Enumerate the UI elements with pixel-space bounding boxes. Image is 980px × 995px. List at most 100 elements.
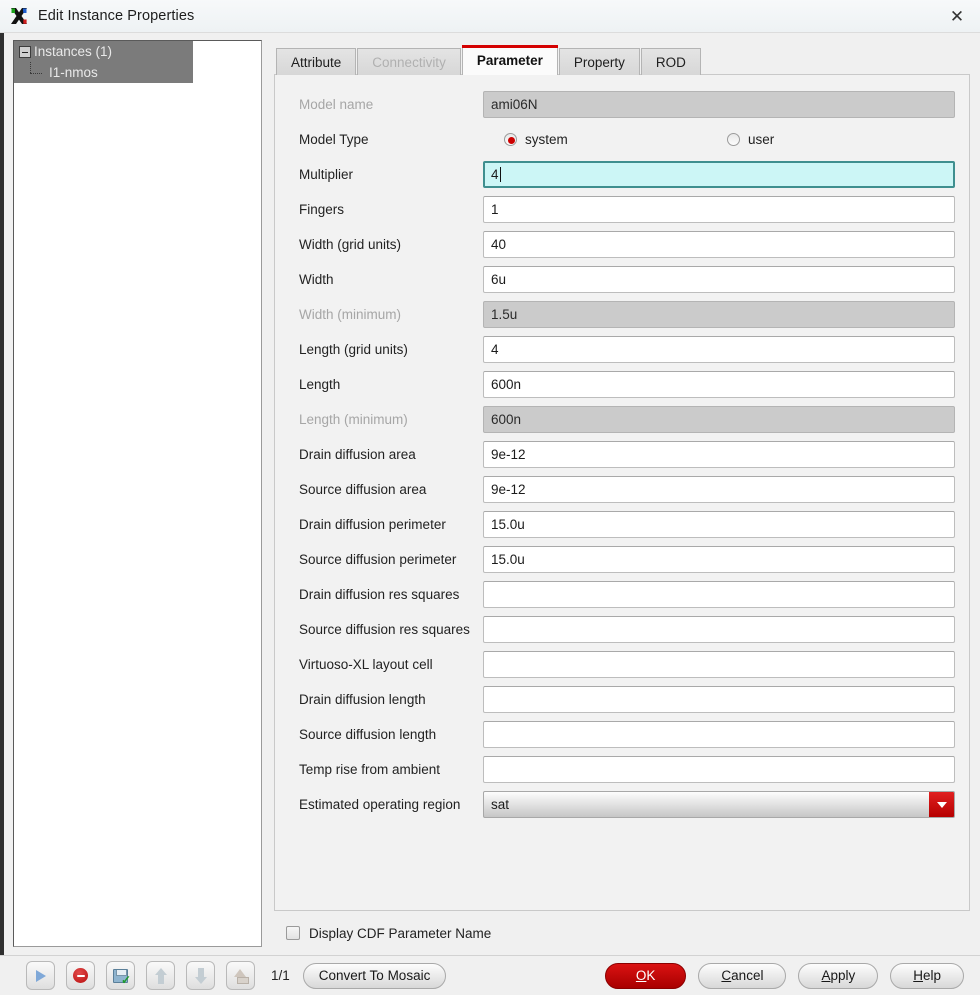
properties-pane: Attribute Connectivity Parameter Propert… xyxy=(266,33,980,955)
field-row-source-diffusion-perimeter: Source diffusion perimeter 15.0u xyxy=(287,542,955,577)
input-width-minimum: 1.5u xyxy=(483,301,955,328)
input-width-grid-units[interactable]: 40 xyxy=(483,231,955,258)
label-source-diffusion-res-squares: Source diffusion res squares xyxy=(299,622,470,637)
field-row-temp-rise-from-ambient: Temp rise from ambient xyxy=(287,752,955,787)
input-virtuoso-xl-layout-cell[interactable] xyxy=(483,651,955,678)
arrow-up-icon-button[interactable] xyxy=(146,961,175,990)
tab-connectivity: Connectivity xyxy=(357,48,461,75)
input-source-diffusion-area[interactable]: 9e-12 xyxy=(483,476,955,503)
play-icon-button[interactable] xyxy=(26,961,55,990)
input-multiplier[interactable]: 4 xyxy=(483,161,955,188)
cancel-button[interactable]: Cancel xyxy=(698,962,787,989)
tree-item-i1-nmos-label: I1-nmos xyxy=(49,65,98,80)
apply-button[interactable]: Apply xyxy=(798,962,879,989)
input-source-diffusion-perimeter[interactable]: 15.0u xyxy=(483,546,955,573)
label-width-grid-units: Width (grid units) xyxy=(299,237,402,252)
label-model-name: Model name xyxy=(299,97,374,112)
input-multiplier-value: 4 xyxy=(491,167,499,182)
field-row-source-diffusion-length: Source diffusion length xyxy=(287,717,955,752)
window-body: Instances (1) I1-nmos Attribute Connecti… xyxy=(0,33,980,955)
ok-button[interactable]: OK xyxy=(604,962,687,989)
apply-button-mnemonic: A xyxy=(821,968,831,983)
tree-item-i1-nmos[interactable]: I1-nmos xyxy=(14,62,193,83)
stop-delete-icon-button[interactable] xyxy=(66,961,95,990)
input-drain-diffusion-length[interactable] xyxy=(483,686,955,713)
label-source-diffusion-area: Source diffusion area xyxy=(299,482,427,497)
label-operating-region: Estimated operating region xyxy=(299,797,461,812)
convert-to-mosaic-button[interactable]: Convert To Mosaic xyxy=(302,962,447,989)
hierarchy-icon-button[interactable] xyxy=(226,961,255,990)
page-indicator: 1/1 xyxy=(271,968,290,983)
tab-parameter[interactable]: Parameter xyxy=(461,45,558,75)
save-disk-icon-button[interactable]: ✓ xyxy=(106,961,135,990)
help-button-mnemonic: H xyxy=(913,968,923,983)
help-button-label: elp xyxy=(922,968,941,983)
radio-unselected-icon xyxy=(727,133,740,146)
field-row-fingers: Fingers 1 xyxy=(287,192,955,227)
tab-rod[interactable]: ROD xyxy=(640,48,701,75)
ok-button-mnemonic: O xyxy=(635,968,647,983)
field-row-length: Length 600n xyxy=(287,367,955,402)
radio-model-type-user-label: user xyxy=(748,132,775,147)
label-width-minimum: Width (minimum) xyxy=(299,307,402,322)
tree-item-instances[interactable]: Instances (1) xyxy=(14,41,193,62)
input-length-grid-units[interactable]: 4 xyxy=(483,336,955,363)
label-drain-diffusion-perimeter: Drain diffusion perimeter xyxy=(299,517,446,532)
arrow-down-icon-button[interactable] xyxy=(186,961,215,990)
input-drain-diffusion-perimeter[interactable]: 15.0u xyxy=(483,511,955,538)
checkbox-display-cdf[interactable] xyxy=(286,926,300,940)
input-drain-diffusion-area[interactable]: 9e-12 xyxy=(483,441,955,468)
play-icon xyxy=(35,969,46,982)
label-fingers: Fingers xyxy=(299,202,345,217)
input-length[interactable]: 600n xyxy=(483,371,955,398)
radio-model-type-system-label: system xyxy=(525,132,568,147)
input-width[interactable]: 6u xyxy=(483,266,955,293)
apply-button-label: pply xyxy=(830,968,856,983)
cadence-x-icon xyxy=(8,5,30,27)
input-temp-rise-from-ambient[interactable] xyxy=(483,756,955,783)
input-drain-diffusion-res-squares[interactable] xyxy=(483,581,955,608)
input-drain-diffusion-area-value: 9e-12 xyxy=(491,447,526,462)
title-bar: Edit Instance Properties ✕ xyxy=(0,0,980,33)
model-type-radio-group: system user xyxy=(483,132,955,147)
field-row-length-grid-units: Length (grid units) 4 xyxy=(287,332,955,367)
input-source-diffusion-area-value: 9e-12 xyxy=(491,482,526,497)
help-button[interactable]: Help xyxy=(890,962,964,989)
parameter-form: Model name ami06N Model Type system user xyxy=(274,74,970,911)
bottom-toolbar: ✓ 1/1 Convert To Mosaic OK Cancel Apply … xyxy=(0,955,980,995)
field-row-drain-diffusion-length: Drain diffusion length xyxy=(287,682,955,717)
label-length-grid-units: Length (grid units) xyxy=(299,342,408,357)
input-width-grid-units-value: 40 xyxy=(491,237,507,252)
input-source-diffusion-res-squares[interactable] xyxy=(483,616,955,643)
input-length-value: 600n xyxy=(491,377,522,392)
radio-model-type-user[interactable]: user xyxy=(705,132,774,147)
instances-tree[interactable]: Instances (1) I1-nmos xyxy=(13,40,262,947)
label-temp-rise-from-ambient: Temp rise from ambient xyxy=(299,762,441,777)
input-length-minimum-value: 600n xyxy=(491,412,522,427)
ok-button-label: K xyxy=(646,968,656,983)
radio-model-type-system[interactable]: system xyxy=(483,132,705,147)
chevron-down-icon[interactable] xyxy=(929,792,954,817)
display-cdf-parameter-name-row[interactable]: Display CDF Parameter Name xyxy=(274,911,970,955)
field-row-drain-diffusion-res-squares: Drain diffusion res squares xyxy=(287,577,955,612)
tab-attribute[interactable]: Attribute xyxy=(276,48,357,75)
instances-tree-panel: Instances (1) I1-nmos xyxy=(4,33,266,955)
input-width-value: 6u xyxy=(491,272,507,287)
field-row-width: Width 6u xyxy=(287,262,955,297)
close-icon[interactable]: ✕ xyxy=(934,0,980,33)
radio-selected-icon xyxy=(504,133,517,146)
stop-delete-icon xyxy=(73,968,88,983)
field-row-model-type: Model Type system user xyxy=(287,122,955,157)
field-row-operating-region: Estimated operating region sat xyxy=(287,787,955,822)
label-multiplier: Multiplier xyxy=(299,167,354,182)
input-model-name: ami06N xyxy=(483,91,955,118)
tab-property[interactable]: Property xyxy=(558,48,640,75)
collapse-expander-icon[interactable] xyxy=(19,45,31,58)
input-source-diffusion-length[interactable] xyxy=(483,721,955,748)
label-length: Length xyxy=(299,377,341,392)
field-row-multiplier: Multiplier 4 xyxy=(287,157,955,192)
label-source-diffusion-perimeter: Source diffusion perimeter xyxy=(299,552,457,567)
field-row-drain-diffusion-area: Drain diffusion area 9e-12 xyxy=(287,437,955,472)
input-fingers[interactable]: 1 xyxy=(483,196,955,223)
select-operating-region[interactable]: sat xyxy=(483,791,955,818)
